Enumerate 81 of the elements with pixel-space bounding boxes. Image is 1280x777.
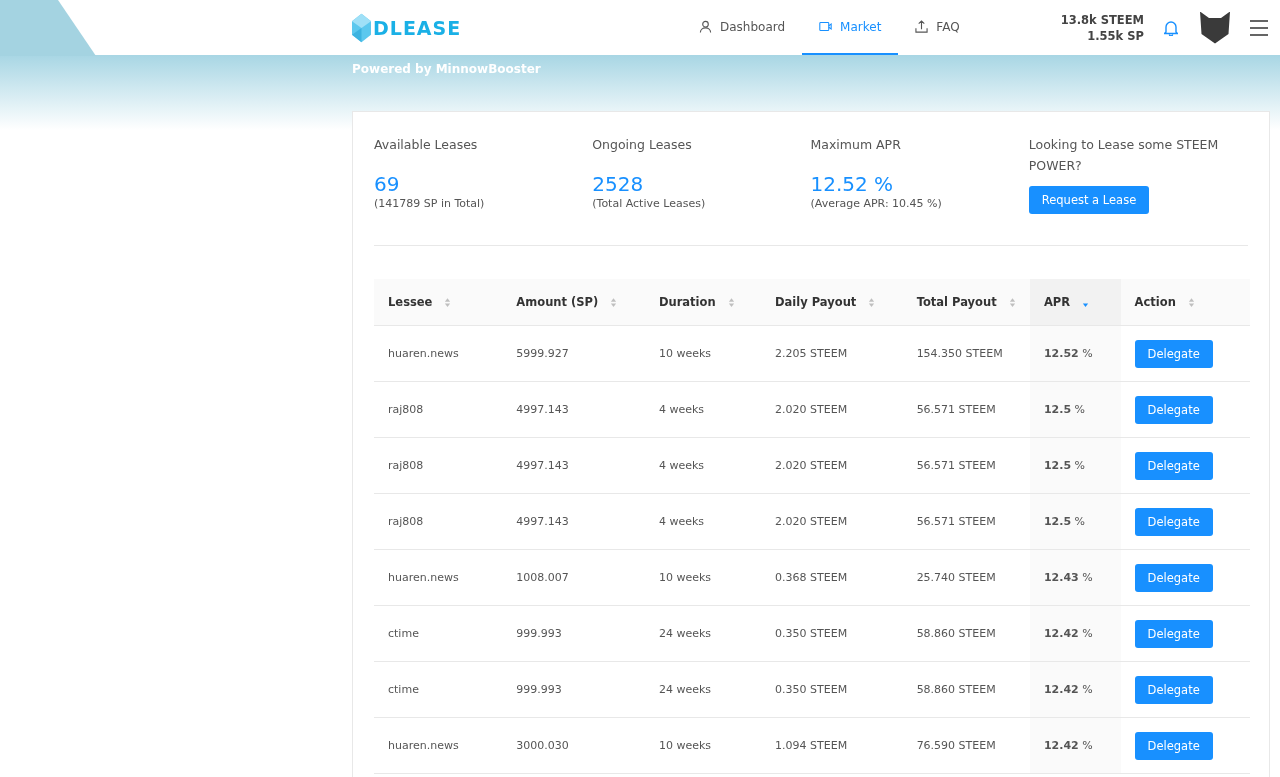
table-cell: 4 weeks	[658, 459, 705, 472]
delegate-button[interactable]: Delegate	[1134, 619, 1213, 648]
table-cell: raj808	[388, 515, 424, 528]
table-cell: 4 weeks	[658, 403, 705, 416]
table-cell: 1008.007	[516, 571, 569, 584]
nav-tab[interactable]: Dashboard	[682, 0, 803, 55]
table-cell: 10 weeks	[658, 347, 712, 360]
delegate-button[interactable]: Delegate	[1134, 395, 1213, 424]
column-header[interactable]: Action	[1120, 279, 1250, 326]
table-cell: 5999.927	[516, 347, 569, 360]
table-cell: 2.020 STEEM	[775, 403, 848, 416]
stat-value: 69	[374, 171, 401, 197]
table-cell: raj808	[388, 459, 424, 472]
delegate-button[interactable]: Delegate	[1134, 675, 1213, 704]
table-cell: 0.350 STEEM	[775, 627, 848, 640]
stat-note: (Total Active Leases)	[592, 197, 707, 210]
table-cell: 58.860 STEEM	[916, 627, 996, 640]
table-cell: 3000.030	[516, 739, 569, 752]
table-cell: ctime	[388, 627, 419, 640]
table-cell: 2.205 STEEM	[775, 347, 848, 360]
table-cell: 2.020 STEEM	[775, 515, 848, 528]
table-cell: 154.350 STEEM	[916, 347, 1003, 360]
delegate-button[interactable]: Delegate	[1134, 451, 1213, 480]
stat-note: (141789 SP in Total)	[374, 197, 486, 210]
table-cell: 24 weeks	[658, 627, 712, 640]
column-header[interactable]: Total Payout	[902, 279, 1030, 326]
table-cell: 56.571 STEEM	[916, 403, 996, 416]
table-cell: ctime	[388, 683, 419, 696]
table-cell: 12.42 %	[1043, 683, 1093, 696]
table-cell: 58.860 STEEM	[916, 683, 996, 696]
table-cell: 10 weeks	[658, 571, 712, 584]
stat-note: (Average APR: 10.45 %)	[810, 197, 943, 210]
nav-tab[interactable]: Market	[802, 0, 899, 55]
stat-title: Maximum APR	[810, 136, 902, 154]
delegate-button[interactable]: Delegate	[1134, 339, 1213, 368]
balance-text: 1.55k SP	[1087, 28, 1144, 43]
tagline: Powered by MinnowBooster	[352, 61, 541, 76]
column-header[interactable]: Amount (SP)	[502, 279, 645, 326]
column-header[interactable]: Lessee	[374, 279, 503, 326]
table-cell: 4997.143	[516, 403, 569, 416]
table-cell: 24 weeks	[658, 683, 712, 696]
table-cell: 0.368 STEEM	[775, 571, 848, 584]
table-cell: 12.42 %	[1043, 627, 1093, 640]
delegate-button[interactable]: Delegate	[1134, 563, 1213, 592]
table-cell: 25.740 STEEM	[916, 571, 996, 584]
column-header[interactable]: APR	[1029, 279, 1121, 326]
delegate-button[interactable]: Delegate	[1134, 731, 1213, 760]
request-prompt: Looking to Lease some STEEM POWER?	[1028, 136, 1220, 175]
table-cell: 0.350 STEEM	[775, 683, 848, 696]
table-cell: 12.42 %	[1043, 739, 1093, 752]
stat-value: 2528	[592, 171, 645, 197]
table-cell: 10 weeks	[658, 739, 712, 752]
stat-title: Available Leases	[374, 136, 479, 154]
table-cell: 76.590 STEEM	[916, 739, 996, 752]
nav-tab[interactable]: FAQ	[898, 0, 977, 55]
stat-value: 12.52 %	[810, 171, 895, 197]
table-cell: 1.094 STEEM	[775, 739, 848, 752]
table-cell: 999.993	[516, 683, 562, 696]
table-cell: 56.571 STEEM	[916, 459, 996, 472]
table-cell: huaren.news	[388, 571, 459, 584]
table-cell: 12.52 %	[1043, 347, 1093, 360]
table-cell: 12.5 %	[1043, 403, 1086, 416]
table-cell: huaren.news	[388, 739, 459, 752]
column-header[interactable]: Duration	[644, 279, 762, 326]
table-cell: 12.5 %	[1043, 515, 1086, 528]
table-cell: huaren.news	[388, 347, 459, 360]
table-cell: 4997.143	[516, 459, 569, 472]
column-header[interactable]: Daily Payout	[761, 279, 903, 326]
stat-title: Ongoing Leases	[592, 136, 693, 154]
table-cell: 2.020 STEEM	[775, 459, 848, 472]
delegate-button[interactable]: Delegate	[1134, 507, 1213, 536]
table-cell: raj808	[388, 403, 424, 416]
table-cell: 4997.143	[516, 515, 569, 528]
table-cell: 56.571 STEEM	[916, 515, 996, 528]
logo-link[interactable]: DLEASE	[352, 12, 682, 43]
table-cell: 999.993	[516, 627, 562, 640]
request-lease-button[interactable]: Request a Lease	[1028, 186, 1150, 214]
table-cell: 12.5 %	[1043, 459, 1086, 472]
table-cell: 4 weeks	[658, 515, 705, 528]
balance-text: 13.8k STEEM	[1060, 12, 1144, 27]
table-cell: 12.43 %	[1043, 571, 1093, 584]
